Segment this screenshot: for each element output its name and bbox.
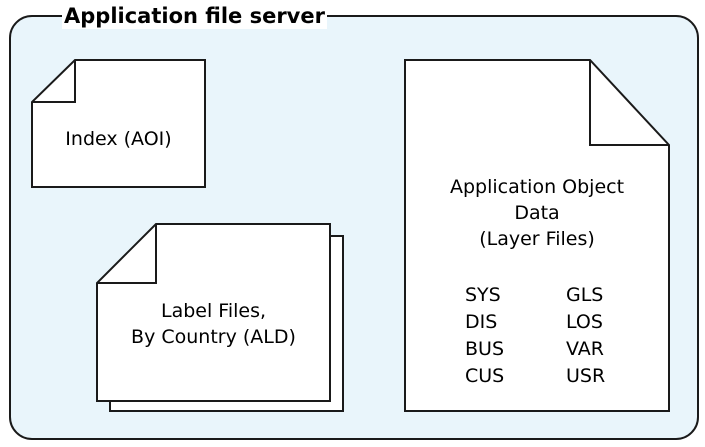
index-document <box>31 59 206 188</box>
label-files-label: Label Files, By Country (ALD) <box>97 298 330 350</box>
app-object-data-line-1: Application Object <box>449 176 625 198</box>
layer-code: VAR <box>566 338 604 360</box>
layer-code: DIS <box>465 311 498 333</box>
app-object-data-line-3: (Layer Files) <box>479 228 595 250</box>
layer-code: GLS <box>566 284 604 306</box>
app-object-data-line-2: Data <box>514 202 560 224</box>
container-title: Application file server <box>62 3 327 29</box>
label-files-line-2: By Country (ALD) <box>131 326 296 348</box>
layer-list-right: GLS LOS VAR USR <box>566 282 605 390</box>
layer-code: LOS <box>566 311 603 333</box>
layer-code: USR <box>566 365 606 387</box>
app-object-data-label: Application Object Data (Layer Files) <box>405 174 669 252</box>
layer-code: BUS <box>465 338 505 360</box>
index-label: Index (AOI) <box>65 128 172 150</box>
layer-list-left: SYS DIS BUS CUS <box>465 282 504 390</box>
label-files-line-1: Label Files, <box>160 300 267 322</box>
layer-code: CUS <box>465 365 505 387</box>
layer-code: SYS <box>465 284 501 306</box>
